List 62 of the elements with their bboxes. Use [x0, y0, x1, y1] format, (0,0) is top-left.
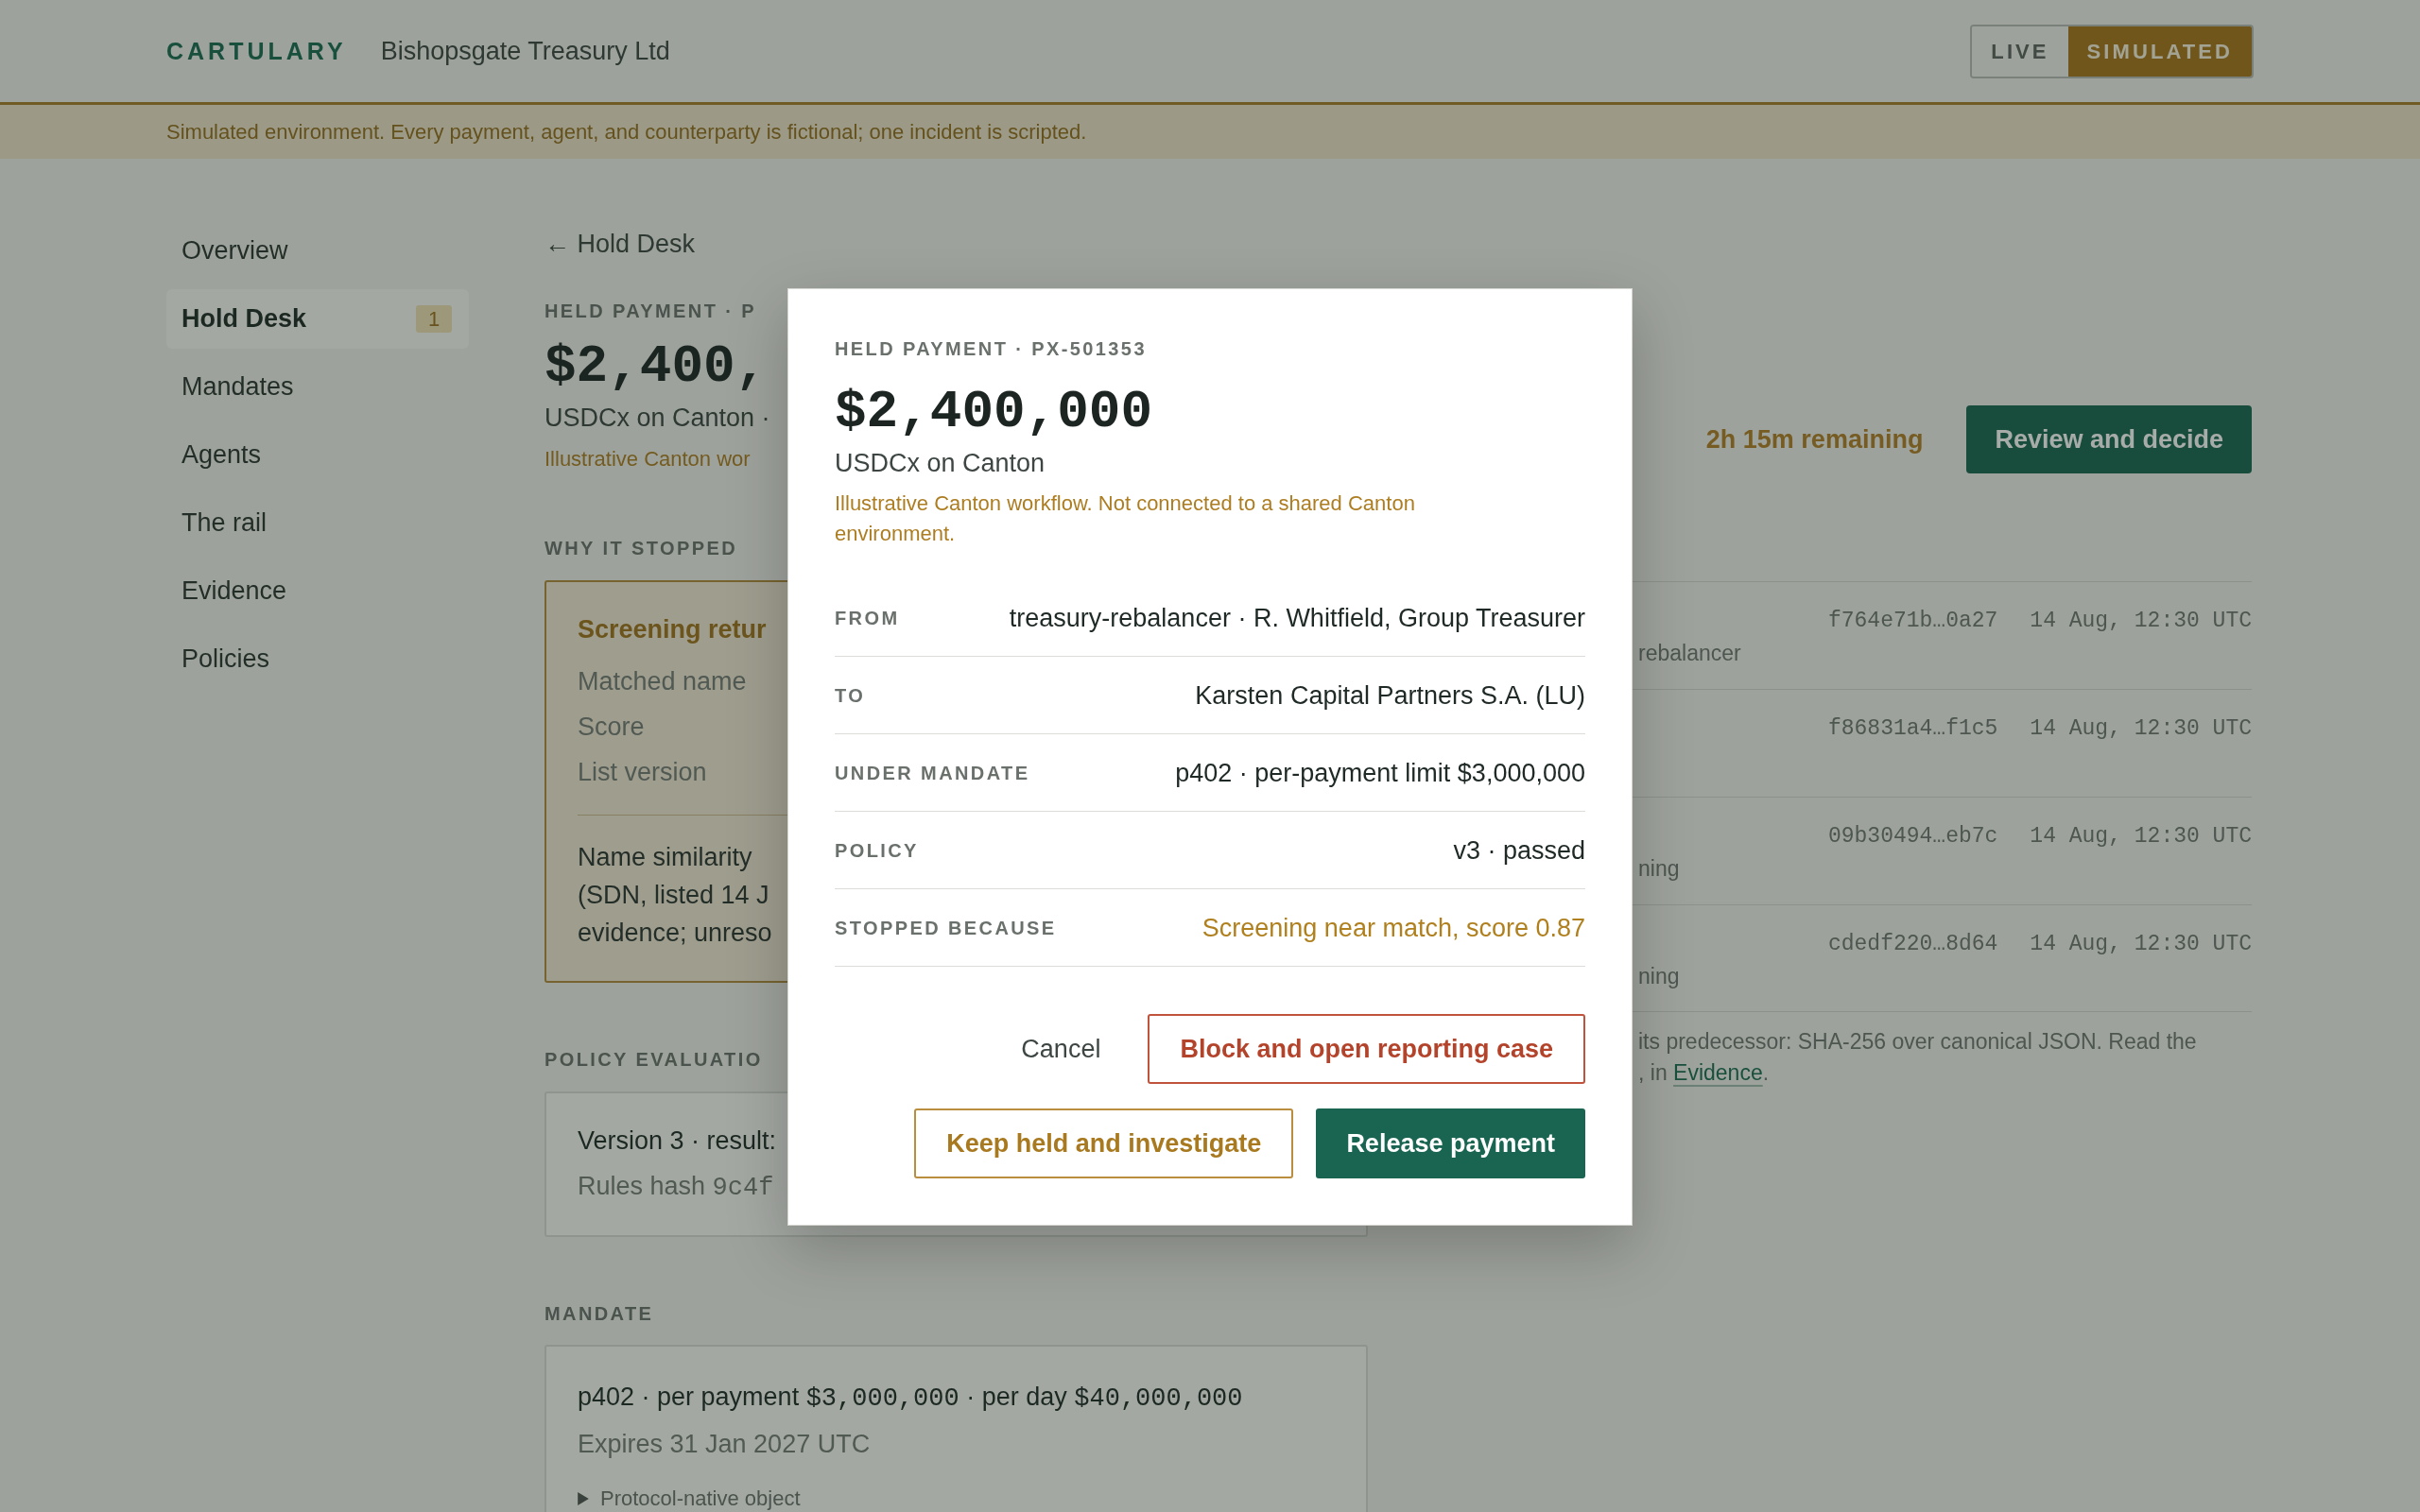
- count-badge: 1: [416, 305, 452, 333]
- keep-held-button[interactable]: Keep held and investigate: [914, 1108, 1294, 1178]
- event-time: 14 Aug, 12:30 UTC: [2030, 608, 2252, 635]
- nav-item[interactable]: The rail: [166, 493, 469, 553]
- mandate-summary: p402 · per payment $3,000,000 · per day $40,000,000: [578, 1382, 1243, 1415]
- detail-label: FROM: [835, 606, 900, 630]
- section-heading: WHY IT STOPPED: [544, 537, 737, 560]
- detail-value: Karsten Capital Partners S.A. (LU): [1195, 679, 1585, 712]
- event-time: 14 Aug, 12:30 UTC: [2030, 931, 2252, 958]
- disclosure-toggle[interactable]: Protocol-native object: [578, 1485, 801, 1512]
- event-hash: f86831a4…f1c5: [1827, 715, 1998, 743]
- event-detail: ning: [1638, 855, 1680, 883]
- field-label: Score: [578, 712, 645, 743]
- asset-label: USDCx on Canton ·: [544, 403, 770, 434]
- event-time: 14 Aug, 12:30 UTC: [2030, 823, 2252, 850]
- dialog-eyebrow: HELD PAYMENT · PX-501353: [835, 337, 1147, 361]
- release-button[interactable]: Release payment: [1316, 1108, 1585, 1178]
- event-hash: cdedf220…8d64: [1827, 931, 1998, 958]
- mandate-expiry: Expires 31 Jan 2027 UTC: [578, 1429, 871, 1460]
- field-label: List version: [578, 757, 707, 788]
- cancel-button[interactable]: Cancel: [996, 1014, 1126, 1084]
- nav-item[interactable]: Hold Desk 1: [166, 289, 469, 349]
- detail-value: Screening near match, score 0.87: [1201, 912, 1585, 944]
- chain-note: its predecessor: SHA-256 over canonical JSON. Read the , in Evidence.: [1638, 1028, 2198, 1087]
- nav-item[interactable]: Mandates: [166, 357, 469, 417]
- field-label: Matched name: [578, 666, 747, 697]
- review-button[interactable]: Review and decide: [1966, 405, 2252, 473]
- logo-wordmark: CARTULARY: [166, 37, 347, 66]
- block-button[interactable]: Block and open reporting case: [1148, 1014, 1585, 1084]
- rules-hash-text: Rules hash 9c4f: [578, 1171, 774, 1204]
- back-link[interactable]: ← Hold Desk: [544, 227, 696, 261]
- payment-amount: $2,400,: [544, 336, 768, 397]
- nav-item[interactable]: Agents: [166, 425, 469, 485]
- detail-label: UNDER MANDATE: [835, 761, 1030, 785]
- organization-name: Bishopsgate Treasury Ltd: [380, 36, 670, 67]
- banner-text: Simulated environment. Every payment, agent, and counterparty is fictional; one incident is scripted.: [166, 118, 1087, 146]
- policy-result: Version 3 · result:: [578, 1125, 777, 1157]
- workflow-note: Illustrative Canton wor: [544, 446, 751, 472]
- dialog-asset: USDCx on Canton: [835, 448, 1046, 479]
- payment-eyebrow: HELD PAYMENT · P: [544, 300, 756, 323]
- event-hash: 09b30494…eb7c: [1827, 823, 1998, 850]
- detail-value: p402 · per-payment limit $3,000,000: [1175, 757, 1585, 789]
- section-heading: MANDATE: [544, 1302, 654, 1326]
- dialog-note: Illustrative Canton workflow. Not connected to a shared Canton environment.: [835, 490, 1416, 547]
- screening-title: Screening retur: [578, 614, 767, 645]
- time-remaining: 2h 15m remaining: [1705, 424, 1924, 455]
- screening-explanation: Name similarity (SDN, listed 14 J evidence; unreso: [578, 842, 772, 949]
- detail-value: v3 · passed: [1453, 834, 1585, 867]
- event-detail: ning: [1638, 963, 1680, 990]
- detail-label: POLICY: [835, 838, 919, 863]
- event-hash: f764e71b…0a27: [1827, 608, 1998, 635]
- event-time: 14 Aug, 12:30 UTC: [2030, 715, 2252, 743]
- nav-item[interactable]: Policies: [166, 629, 469, 689]
- nav-item[interactable]: Evidence: [166, 561, 469, 621]
- detail-label: STOPPED BECAUSE: [835, 916, 1057, 940]
- dialog-amount: $2,400,000: [835, 382, 1153, 442]
- evidence-link[interactable]: Evidence: [1673, 1060, 1763, 1085]
- section-heading: POLICY EVALUATIO: [544, 1048, 763, 1072]
- detail-label: TO: [835, 683, 866, 708]
- event-detail: rebalancer: [1638, 640, 1741, 667]
- detail-value: treasury-rebalancer · R. Whitfield, Group Treasurer: [1009, 602, 1585, 634]
- nav-item[interactable]: Overview: [166, 221, 469, 281]
